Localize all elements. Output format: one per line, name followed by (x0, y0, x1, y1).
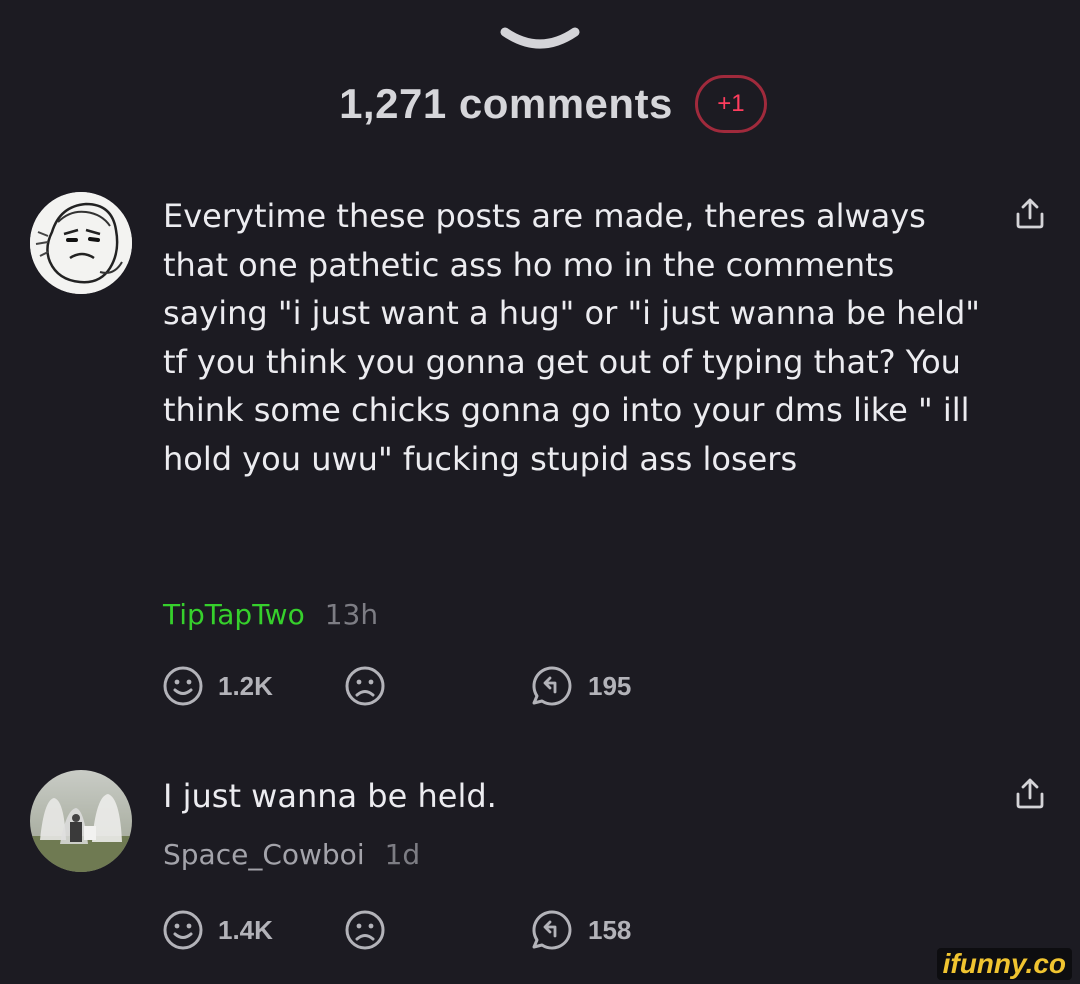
collapse-chevron-icon[interactable] (495, 22, 585, 56)
reply-button[interactable]: 158 (528, 908, 631, 952)
comment-time: 13h (324, 598, 379, 631)
comment-time: 1d (384, 838, 421, 871)
unsmile-button[interactable] (344, 664, 386, 708)
comment-item: I just wanna be held. Space_Cowboi 1d 1.… (0, 768, 1080, 968)
sketch-face-avatar-icon[interactable] (30, 192, 132, 294)
new-comments-badge[interactable]: +1 (694, 75, 767, 133)
comment-meta: TipTapTwo 13h (163, 598, 378, 631)
ifunny-watermark: ifunny.co (936, 948, 1072, 980)
frown-icon (345, 910, 385, 950)
smile-count: 1.2K (218, 670, 273, 701)
smile-icon (163, 666, 203, 706)
frown-icon (345, 666, 385, 706)
smile-button[interactable]: 1.4K (162, 908, 273, 952)
username-link[interactable]: TipTapTwo (163, 598, 305, 631)
share-icon[interactable] (1012, 776, 1048, 812)
comments-count-title: 1,271 comments (339, 80, 673, 127)
reply-count: 158 (588, 914, 632, 945)
unsmile-button[interactable] (344, 908, 386, 952)
reply-bubble-icon (532, 910, 572, 950)
comment-actions: 1.4K 158 (162, 908, 682, 952)
comments-header: 1,271 comments +1 (0, 70, 1080, 138)
photo-avatar-icon[interactable] (30, 770, 132, 872)
reply-bubble-icon (532, 666, 572, 706)
smile-count: 1.4K (218, 914, 273, 945)
reply-count: 195 (588, 670, 632, 701)
comment-text: I just wanna be held. (163, 777, 497, 815)
smile-icon (163, 910, 203, 950)
comment-item: Everytime these posts are made, theres a… (0, 190, 1080, 770)
reply-button[interactable]: 195 (528, 664, 631, 708)
comment-text: Everytime these posts are made, theres a… (163, 197, 980, 478)
share-icon[interactable] (1012, 196, 1048, 232)
comment-actions: 1.2K 195 (162, 664, 682, 708)
smile-button[interactable]: 1.2K (162, 664, 273, 708)
comment-meta: Space_Cowboi 1d (163, 838, 420, 871)
username-link[interactable]: Space_Cowboi (163, 838, 365, 871)
